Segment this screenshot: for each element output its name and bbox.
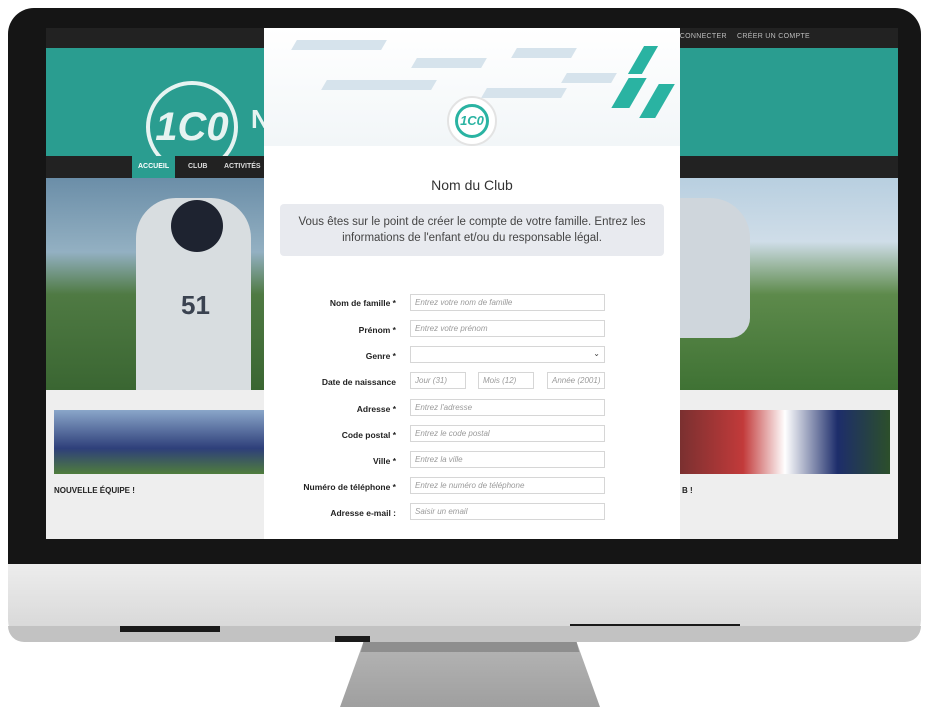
- club-logo-mark: 1C0: [455, 104, 489, 138]
- banner-stripe: [321, 80, 437, 90]
- nav-item-club[interactable]: CLUB: [182, 156, 213, 178]
- label-gender: Genre *: [365, 351, 396, 361]
- label-email: Adresse e-mail :: [330, 508, 396, 518]
- banner-stripe: [291, 40, 387, 50]
- nav-item-activites[interactable]: ACTIVITÉS: [218, 156, 267, 178]
- gender-select[interactable]: ⌄: [410, 346, 605, 363]
- banner-stripe: [411, 58, 487, 68]
- screen: SE CONNECTER CRÉER UN COMPTE 1C0 N ACCUE…: [46, 28, 898, 539]
- player-helmet: [171, 200, 223, 252]
- label-postal-code: Code postal *: [341, 430, 396, 440]
- club-logo: 1C0: [447, 96, 497, 146]
- monitor-stand-shadow: [360, 642, 580, 652]
- banner-stripe-accent: [627, 46, 659, 74]
- modal-title: Nom du Club: [431, 177, 513, 193]
- address-input[interactable]: Entrez l'adresse: [410, 399, 605, 416]
- nav-item-accueil[interactable]: ACCUEIL: [132, 156, 176, 178]
- create-account-link[interactable]: CRÉER UN COMPTE: [737, 33, 810, 40]
- info-line: Vous êtes sur le point de créer le compt…: [298, 216, 646, 228]
- banner-stripe: [561, 73, 617, 83]
- city-input[interactable]: Entrez la ville: [410, 451, 605, 468]
- news-card-title[interactable]: B !: [682, 486, 693, 495]
- label-city: Ville *: [373, 456, 396, 466]
- info-message: Vous êtes sur le point de créer le compt…: [280, 204, 664, 256]
- top-links: SE CONNECTER CRÉER UN COMPTE: [660, 33, 810, 40]
- label-first-name: Prénom *: [358, 325, 396, 335]
- news-card-title[interactable]: NOUVELLE ÉQUIPE !: [54, 486, 135, 495]
- news-card-image[interactable]: [54, 410, 266, 474]
- chevron-down-icon: ⌄: [593, 349, 600, 358]
- phone-input[interactable]: Entrez le numéro de téléphone: [410, 477, 605, 494]
- glitch-bar: [570, 624, 740, 626]
- info-line: informations de l'enfant et/ou du respon…: [342, 232, 602, 244]
- email-input[interactable]: Saisir un email: [410, 503, 605, 520]
- label-phone: Numéro de téléphone *: [303, 482, 396, 492]
- last-name-input[interactable]: Entrez votre nom de famille: [410, 294, 605, 311]
- birth-year-input[interactable]: Année (2001): [547, 372, 605, 389]
- banner-stripe: [481, 88, 567, 98]
- banner-stripe: [511, 48, 577, 58]
- glitch-bar: [120, 626, 220, 632]
- birth-month-input[interactable]: Mois (12): [478, 372, 534, 389]
- postal-code-input[interactable]: Entrez le code postal: [410, 425, 605, 442]
- first-name-input[interactable]: Entrez votre prénom: [410, 320, 605, 337]
- banner-stripe-accent: [611, 78, 647, 108]
- signup-modal: 1C0 Nom du Club Vous êtes sur le point d…: [264, 28, 680, 539]
- player-image-right: [680, 198, 750, 338]
- news-card-image[interactable]: [680, 410, 890, 474]
- label-birth-date: Date de naissance: [321, 377, 396, 387]
- label-address: Adresse *: [356, 404, 396, 414]
- glitch-bar: [335, 636, 370, 642]
- birth-day-input[interactable]: Jour (31): [410, 372, 466, 389]
- label-last-name: Nom de famille *: [329, 298, 396, 308]
- jersey-number: 51: [181, 290, 210, 320]
- banner-stripe-accent: [639, 84, 675, 118]
